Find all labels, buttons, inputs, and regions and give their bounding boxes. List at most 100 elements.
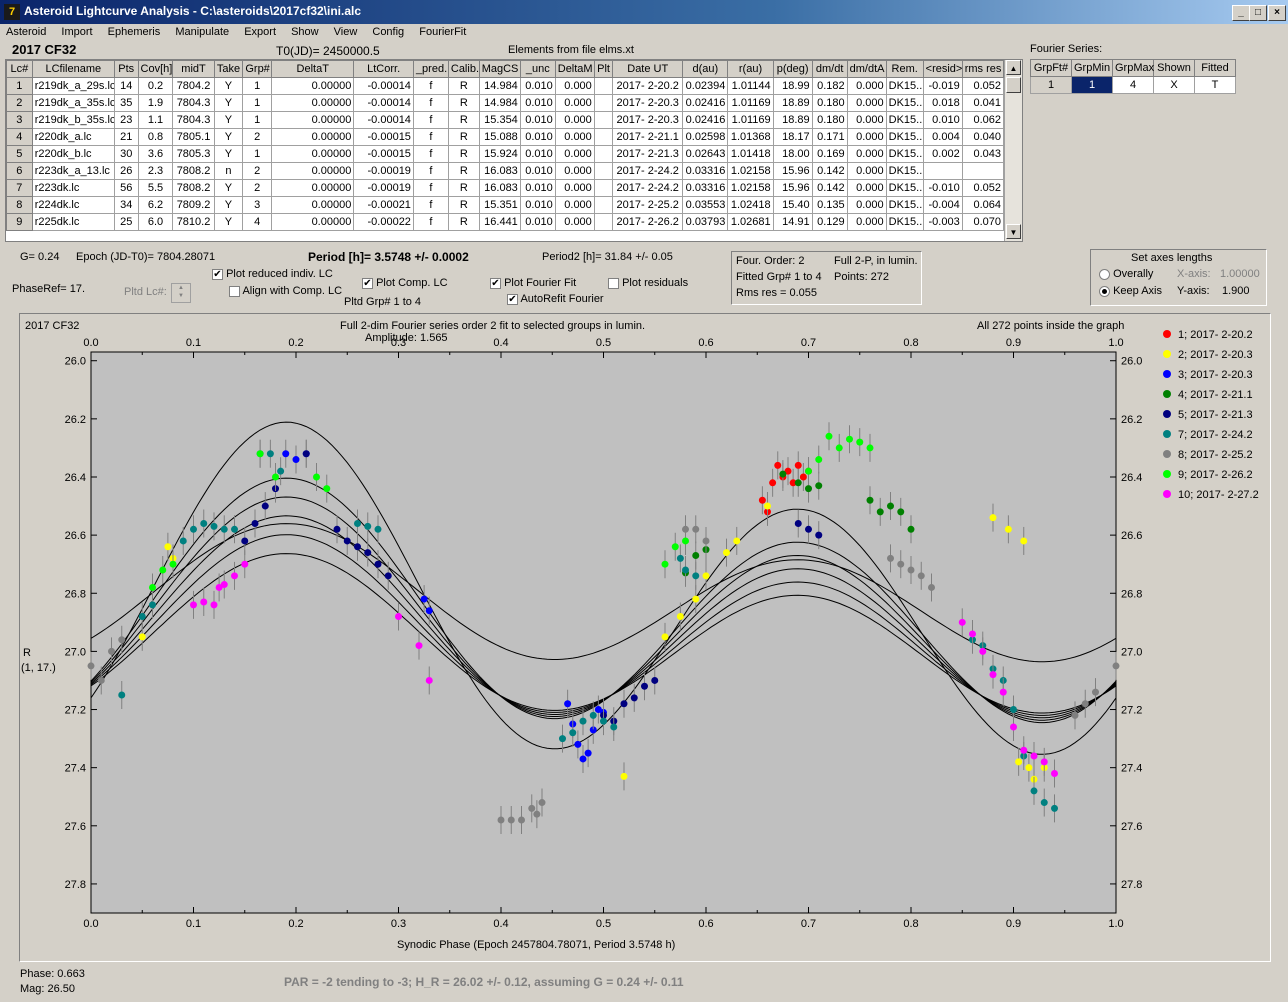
table-cell[interactable]: 0.041 <box>961 94 1005 112</box>
table-cell[interactable]: DK15... <box>885 162 924 180</box>
table-cell[interactable]: 7809.2 <box>172 196 215 214</box>
column-header[interactable]: dm/dtA <box>846 60 887 78</box>
table-cell[interactable]: 0.010 <box>519 111 556 129</box>
column-header[interactable]: Cov[h] <box>137 60 174 78</box>
table-cell[interactable]: 0.000 <box>554 94 595 112</box>
plot-residuals-checkbox[interactable]: Plot residuals <box>608 277 688 289</box>
table-cell[interactable]: 1.01418 <box>727 145 774 163</box>
table-cell[interactable]: 2017- 2-21.3 <box>612 145 684 163</box>
table-cell[interactable]: -0.019 <box>922 77 963 95</box>
pltd-lc-spinner[interactable]: ▲ ▼ <box>171 283 191 303</box>
table-cell[interactable]: 7805.3 <box>172 145 215 163</box>
column-header[interactable]: rms res <box>961 60 1005 78</box>
table-cell[interactable]: 0.018 <box>922 94 963 112</box>
table-cell[interactable]: 1.01368 <box>727 128 774 146</box>
table-cell[interactable]: 2.3 <box>137 162 174 180</box>
table-cell[interactable]: 0.2 <box>137 77 174 95</box>
maximize-button[interactable]: □ <box>1249 5 1267 21</box>
table-cell[interactable]: 0.000 <box>846 77 887 95</box>
table-cell[interactable]: 30 <box>113 145 139 163</box>
table-cell[interactable]: 0.010 <box>519 162 556 180</box>
table-cell[interactable]: 15.40 <box>772 196 813 214</box>
table-row[interactable]: 9 r225dk.lc 25 6.0 7810.2 Y 4 0.00000 -0.00022 f R… <box>6 213 1005 231</box>
table-cell[interactable]: R <box>447 179 480 197</box>
table-cell[interactable]: 15.088 <box>478 128 521 146</box>
table-cell[interactable]: 26 <box>113 162 139 180</box>
menu-fourierfit[interactable]: FourierFit <box>413 24 472 38</box>
table-cell[interactable]: DK15... <box>885 213 924 231</box>
radio-off[interactable] <box>1099 268 1110 280</box>
table-cell[interactable]: f <box>412 111 449 129</box>
table-cell[interactable]: 14 <box>113 77 139 95</box>
table-cell[interactable]: 5.5 <box>137 179 174 197</box>
column-header[interactable]: _pred. <box>412 60 449 78</box>
table-cell[interactable]: 2017- 2-20.2 <box>612 77 684 95</box>
align-comp-checkbox[interactable]: Align with Comp. LC <box>229 285 342 297</box>
menu-config[interactable]: Config <box>366 24 410 38</box>
table-cell[interactable]: 0.00000 <box>271 128 355 146</box>
table-cell[interactable]: 0.010 <box>922 111 963 129</box>
column-header[interactable]: DeltaM <box>554 60 595 78</box>
table-cell[interactable]: 0.142 <box>811 179 848 197</box>
table-cell[interactable]: f <box>412 179 449 197</box>
table-cell[interactable]: -0.00019 <box>353 179 414 197</box>
table-row[interactable]: 2 r219dk_a_35s.lc 35 1.9 7804.3 Y 1 0.00000 -0.0… <box>6 94 1005 112</box>
table-cell[interactable]: -0.00014 <box>353 94 414 112</box>
scroll-thumb[interactable] <box>1006 77 1021 93</box>
table-cell[interactable]: 0.02598 <box>682 128 729 146</box>
table-cell[interactable]: Y <box>213 213 244 231</box>
column-header[interactable]: MagCS <box>478 60 521 78</box>
table-cell[interactable]: 0.03316 <box>682 162 729 180</box>
table-cell[interactable]: 7804.3 <box>172 94 215 112</box>
table-cell[interactable]: 15.924 <box>478 145 521 163</box>
fs-grpmin-cell[interactable]: 1 <box>1071 76 1113 94</box>
autorefit-checkbox[interactable]: ✔ AutoRefit Fourier <box>507 293 604 305</box>
fs-fitted-cell[interactable]: T <box>1194 76 1236 94</box>
table-cell[interactable]: 35 <box>113 94 139 112</box>
table-cell[interactable]: 2017- 2-25.2 <box>612 196 684 214</box>
table-cell[interactable]: f <box>412 77 449 95</box>
table-cell[interactable]: -0.010 <box>922 179 963 197</box>
table-cell[interactable]: DK15... <box>885 128 924 146</box>
table-cell[interactable]: n <box>213 162 244 180</box>
table-cell[interactable]: 3.6 <box>137 145 174 163</box>
table-cell[interactable]: 2017- 2-20.3 <box>612 94 684 112</box>
lightcurve-chart[interactable]: 0.0 0.0 0.1 0.1 0.2 0.2 0.3 0.3 0.4 0.4 0.5 0.5 0.6 0… <box>20 314 1270 961</box>
table-cell[interactable]: 15.351 <box>478 196 521 214</box>
table-cell[interactable] <box>593 213 614 231</box>
table-cell[interactable]: 1.02158 <box>727 179 774 197</box>
table-cell[interactable]: 2017- 2-26.2 <box>612 213 684 231</box>
table-cell[interactable]: R <box>447 145 480 163</box>
plot-reduced-checkbox[interactable]: ✔ Plot reduced indiv. LC <box>212 268 333 280</box>
radio-on[interactable] <box>1099 285 1110 297</box>
table-cell[interactable]: r223dk.lc <box>31 179 115 197</box>
table-cell[interactable]: 0.000 <box>554 145 595 163</box>
table-cell[interactable]: 0.000 <box>846 94 887 112</box>
row-header[interactable]: 4 <box>6 128 33 146</box>
menu-export[interactable]: Export <box>238 24 282 38</box>
table-cell[interactable]: R <box>447 77 480 95</box>
checkbox-box[interactable] <box>229 285 240 297</box>
lightcurve-plot[interactable]: 2017 CF32 Full 2-dim Fourier series orde… <box>19 313 1271 962</box>
table-cell[interactable]: 0.000 <box>846 179 887 197</box>
table-cell[interactable]: 0.040 <box>961 128 1005 146</box>
table-cell[interactable]: Y <box>213 179 244 197</box>
row-header[interactable]: 3 <box>6 111 33 129</box>
table-cell[interactable]: 0.000 <box>554 77 595 95</box>
table-cell[interactable]: 18.00 <box>772 145 813 163</box>
table-row[interactable]: 1 r219dk_a_29s.lc 14 0.2 7804.2 Y 1 0.00000 -0.0… <box>6 77 1005 95</box>
table-cell[interactable]: 2017- 2-20.3 <box>612 111 684 129</box>
table-cell[interactable]: 0.000 <box>554 213 595 231</box>
row-header[interactable]: 9 <box>6 213 33 231</box>
table-cell[interactable]: 34 <box>113 196 139 214</box>
table-cell[interactable]: 2 <box>242 179 273 197</box>
table-row[interactable]: 7 r223dk.lc 56 5.5 7808.2 Y 2 0.00000 -0.00019 f R… <box>6 179 1005 197</box>
table-cell[interactable]: 7805.1 <box>172 128 215 146</box>
table-cell[interactable]: 0.00000 <box>271 111 355 129</box>
table-cell[interactable] <box>593 94 614 112</box>
table-cell[interactable]: 0.180 <box>811 94 848 112</box>
column-header[interactable]: Plt <box>593 60 614 78</box>
table-cell[interactable]: 1.02158 <box>727 162 774 180</box>
scroll-up-arrow-icon[interactable]: ▲ <box>1006 60 1021 75</box>
table-cell[interactable]: 0.03553 <box>682 196 729 214</box>
